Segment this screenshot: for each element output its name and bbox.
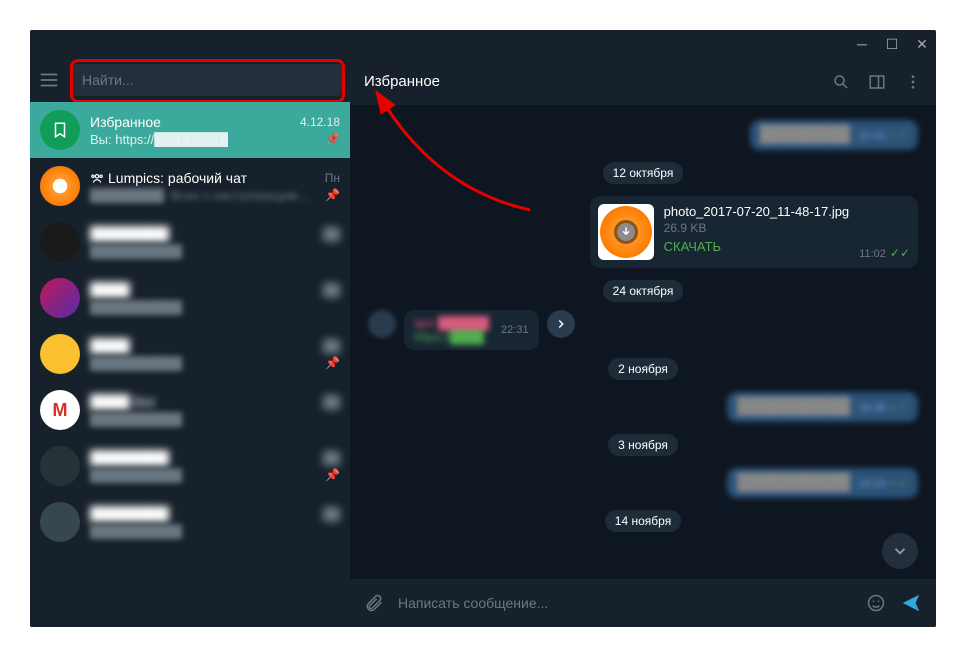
file-thumbnail[interactable] [598, 204, 654, 260]
date-divider: 3 ноября [608, 434, 678, 456]
message-composer [350, 579, 936, 627]
message-out[interactable]: ████████22:41✓✓ [368, 120, 918, 150]
date-divider: 24 октября [603, 280, 684, 302]
emoji-icon[interactable] [866, 593, 886, 613]
chat-item[interactable]: ██████████ ██████████📌 [30, 438, 350, 494]
chat-date: 4.12.18 [300, 115, 340, 129]
pin-icon: 📌 [325, 468, 340, 482]
pin-icon: 📌 [325, 356, 340, 370]
chat-item[interactable]: Lumpics: рабочий чат Пн ████████: Всех с… [30, 158, 350, 214]
avatar [40, 502, 80, 542]
forward-arrow-icon[interactable] [547, 310, 575, 338]
date-divider: 2 ноября [608, 358, 678, 380]
avatar: M [40, 390, 80, 430]
menu-icon[interactable] [38, 69, 62, 91]
avatar [40, 446, 80, 486]
file-size: 26.9 KB [664, 221, 850, 235]
file-name: photo_2017-07-20_11-48-17.jpg [664, 204, 850, 219]
minimize-button[interactable]: ─ [856, 38, 868, 50]
avatar [40, 278, 80, 318]
search-icon[interactable] [832, 73, 850, 91]
chat-preview: ████████: Всех с наступающим... [90, 188, 309, 203]
chat-name: Lumpics: рабочий чат [90, 170, 247, 186]
send-button[interactable] [900, 592, 922, 614]
search-input[interactable]: Найти... [70, 64, 342, 96]
avatar [40, 166, 80, 206]
chat-title: Избранное [364, 73, 440, 90]
message-out[interactable]: ██████████14:24✓✓ [368, 468, 918, 498]
message-out[interactable]: ██████████19:38✓✓ [368, 392, 918, 422]
attach-icon[interactable] [364, 593, 384, 613]
chat-item[interactable]: ██████████ ██████████ [30, 494, 350, 550]
chat-item[interactable]: ██████████ ██████████ [30, 214, 350, 270]
sidebar: Найти... Избранное 4.12.18 Вы: https://█ [30, 58, 350, 627]
chat-list: Избранное 4.12.18 Вы: https://████████ 📌 [30, 102, 350, 627]
pin-icon: 📌 [325, 188, 340, 202]
download-link[interactable]: СКАЧАТЬ [664, 239, 850, 254]
titlebar: ─ ☐ ✕ [30, 30, 936, 58]
chat-item[interactable]: ██████ ██████████ [30, 270, 350, 326]
date-divider: 12 октября [603, 162, 684, 184]
pin-icon: 📌 [325, 132, 340, 146]
group-icon [90, 171, 104, 185]
avatar [40, 334, 80, 374]
scroll-down-button[interactable] [882, 533, 918, 569]
chat-item[interactable]: ██████ ██████████📌 [30, 326, 350, 382]
message-file[interactable]: photo_2017-07-20_11-48-17.jpg 26.9 KB СК… [368, 196, 918, 268]
message-input[interactable] [398, 595, 852, 611]
maximize-button[interactable]: ☐ [886, 38, 898, 50]
chat-header: Избранное [350, 58, 936, 106]
bookmark-icon [40, 110, 80, 150]
avatar [40, 222, 80, 262]
chat-main: Избранное ████████22:41✓✓ 12 октября [350, 58, 936, 627]
chat-item-saved[interactable]: Избранное 4.12.18 Вы: https://████████ 📌 [30, 102, 350, 158]
avatar [368, 310, 396, 338]
more-icon[interactable] [904, 73, 922, 91]
chat-preview: Вы: https://████████ [90, 132, 228, 147]
chat-date: Пн [325, 171, 340, 185]
download-icon [614, 220, 638, 244]
chat-name: Избранное [90, 114, 161, 130]
message-forwarded[interactable]: Igor ██████ https://████ 22:31 [368, 310, 918, 350]
app-window: ─ ☐ ✕ Найти... Избранное [30, 30, 936, 627]
date-divider: 14 ноября [605, 510, 681, 532]
messages-area[interactable]: ████████22:41✓✓ 12 октября photo_2017-07… [350, 106, 936, 579]
close-button[interactable]: ✕ [916, 38, 928, 50]
chat-item[interactable]: M ████ Bot██ ██████████ [30, 382, 350, 438]
sidebar-toggle-icon[interactable] [868, 73, 886, 91]
